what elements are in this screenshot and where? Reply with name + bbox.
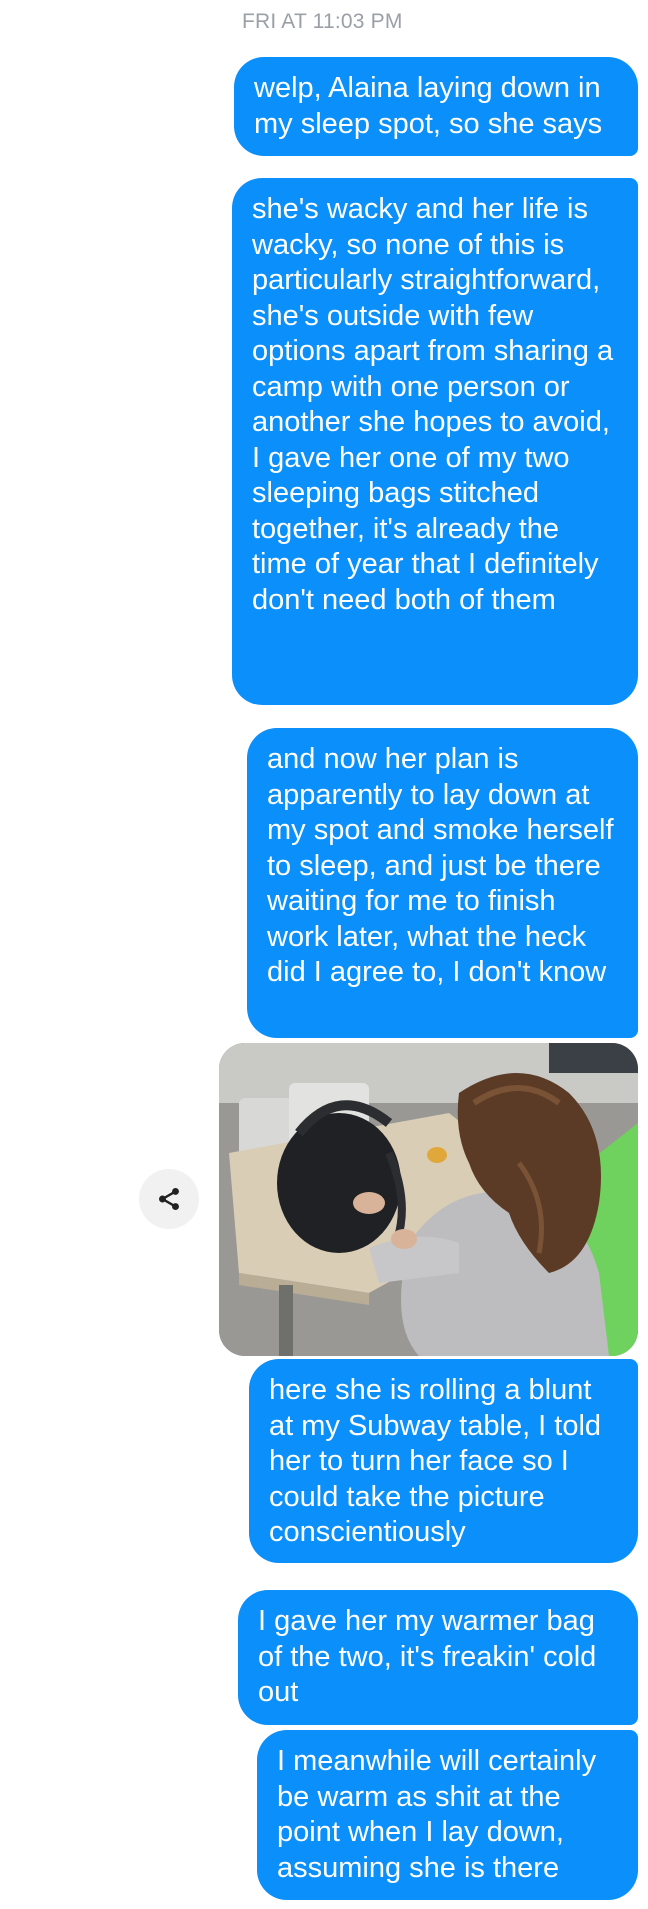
photo-image [219,1043,638,1356]
message-bubble[interactable]: I meanwhile will certainly be warm as sh… [257,1730,638,1900]
message-bubble[interactable]: she's wacky and her life is wacky, so no… [232,178,638,705]
thread-timestamp: FRI AT 11:03 PM [242,10,403,33]
share-icon [159,1187,179,1211]
message-bubble[interactable]: and now her plan is apparently to lay do… [247,728,638,1038]
message-bubble[interactable]: I gave her my warmer bag of the two, it'… [238,1590,638,1725]
message-photo[interactable] [219,1043,638,1356]
message-bubble[interactable]: welp, Alaina laying down in my sleep spo… [234,57,638,156]
share-button[interactable] [139,1169,199,1229]
message-bubble[interactable]: here she is rolling a blunt at my Subway… [249,1359,638,1563]
